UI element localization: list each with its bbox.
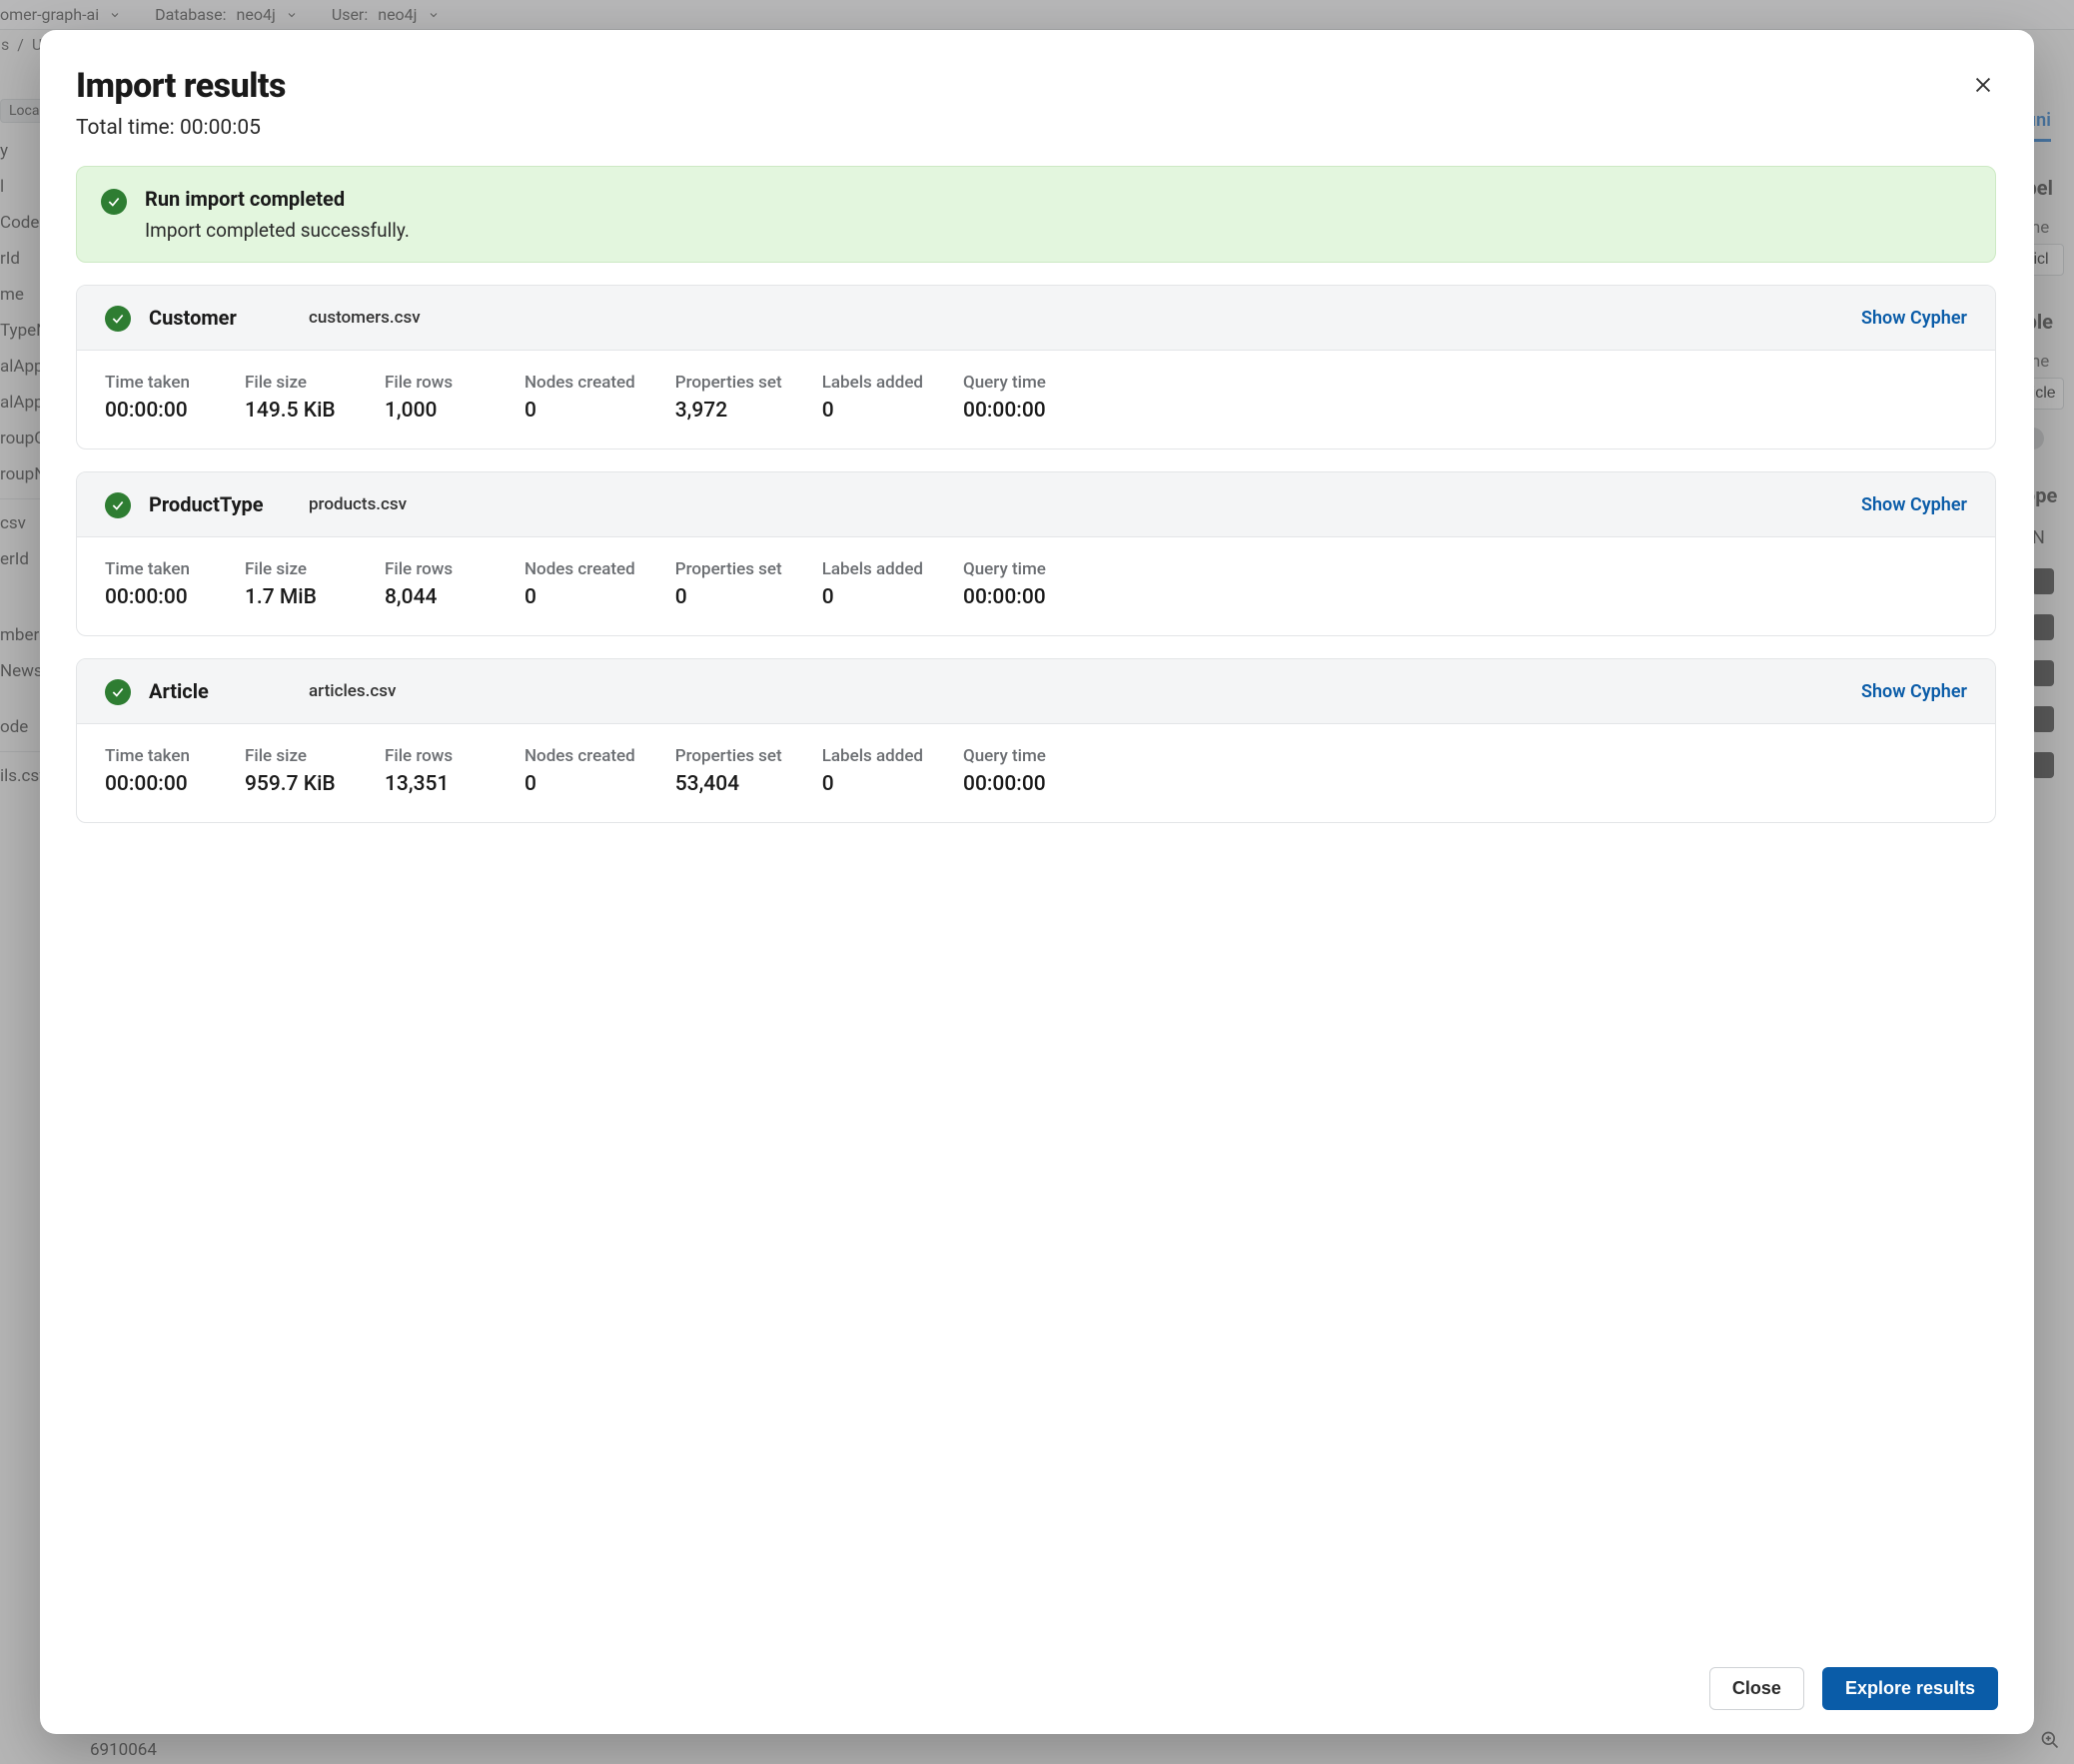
card-body: Time taken00:00:00 File size959.7 KiB Fi… <box>77 724 1995 822</box>
check-circle-icon <box>105 306 131 332</box>
success-banner: Run import completed Import completed su… <box>76 166 1996 263</box>
modal-header: Import results Total time: 00:00:05 <box>76 66 1998 140</box>
card-header: Article articles.csv Show Cypher <box>77 659 1995 724</box>
metric-properties-set: Properties set0 <box>675 559 782 609</box>
import-card: Customer customers.csv Show Cypher Time … <box>76 285 1996 449</box>
check-circle-icon <box>105 679 131 705</box>
show-cypher-link[interactable]: Show Cypher <box>1861 681 1967 702</box>
source-file: articles.csv <box>309 681 396 701</box>
metric-time-taken: Time taken00:00:00 <box>105 373 205 423</box>
metric-time-taken: Time taken00:00:00 <box>105 559 205 609</box>
metric-labels-added: Labels added0 <box>822 559 923 609</box>
explore-results-button[interactable]: Explore results <box>1822 1667 1998 1710</box>
check-circle-icon <box>105 492 131 518</box>
card-body: Time taken00:00:00 File size149.5 KiB Fi… <box>77 351 1995 448</box>
check-circle-icon <box>101 189 127 215</box>
source-file: customers.csv <box>309 308 421 328</box>
metric-properties-set: Properties set3,972 <box>675 373 782 423</box>
source-file: products.csv <box>309 494 407 514</box>
metric-query-time: Query time00:00:00 <box>963 559 1063 609</box>
import-card: ProductType products.csv Show Cypher Tim… <box>76 471 1996 636</box>
card-body: Time taken00:00:00 File size1.7 MiB File… <box>77 537 1995 635</box>
entity-name: Customer <box>149 306 269 330</box>
banner-message: Import completed successfully. <box>145 219 410 242</box>
metric-file-size: File size149.5 KiB <box>245 373 345 423</box>
show-cypher-link[interactable]: Show Cypher <box>1861 308 1967 329</box>
metric-file-size: File size959.7 KiB <box>245 746 345 796</box>
modal-subtitle: Total time: 00:00:05 <box>76 116 286 140</box>
modal-title: Import results <box>76 66 286 106</box>
metric-labels-added: Labels added0 <box>822 746 923 796</box>
card-header: Customer customers.csv Show Cypher <box>77 286 1995 351</box>
import-results-modal: Import results Total time: 00:00:05 Run … <box>40 30 2034 1734</box>
banner-title: Run import completed <box>145 187 410 211</box>
metric-query-time: Query time00:00:00 <box>963 373 1063 423</box>
metric-file-rows: File rows8,044 <box>385 559 485 609</box>
modal-body[interactable]: Run import completed Import completed su… <box>76 166 1998 1647</box>
metric-time-taken: Time taken00:00:00 <box>105 746 205 796</box>
modal-footer: Close Explore results <box>76 1647 1998 1710</box>
metric-query-time: Query time00:00:00 <box>963 746 1063 796</box>
metric-properties-set: Properties set53,404 <box>675 746 782 796</box>
show-cypher-link[interactable]: Show Cypher <box>1861 494 1967 515</box>
metric-nodes-created: Nodes created0 <box>524 373 635 423</box>
close-button[interactable]: Close <box>1709 1667 1804 1710</box>
metric-file-rows: File rows1,000 <box>385 373 485 423</box>
import-card: Article articles.csv Show Cypher Time ta… <box>76 658 1996 823</box>
close-icon[interactable] <box>1968 70 1998 104</box>
metric-file-size: File size1.7 MiB <box>245 559 345 609</box>
metric-file-rows: File rows13,351 <box>385 746 485 796</box>
metric-nodes-created: Nodes created0 <box>524 559 635 609</box>
metric-labels-added: Labels added0 <box>822 373 923 423</box>
total-time-value: 00:00:05 <box>180 116 261 140</box>
entity-name: Article <box>149 679 269 703</box>
metric-nodes-created: Nodes created0 <box>524 746 635 796</box>
card-header: ProductType products.csv Show Cypher <box>77 472 1995 537</box>
entity-name: ProductType <box>149 492 269 516</box>
